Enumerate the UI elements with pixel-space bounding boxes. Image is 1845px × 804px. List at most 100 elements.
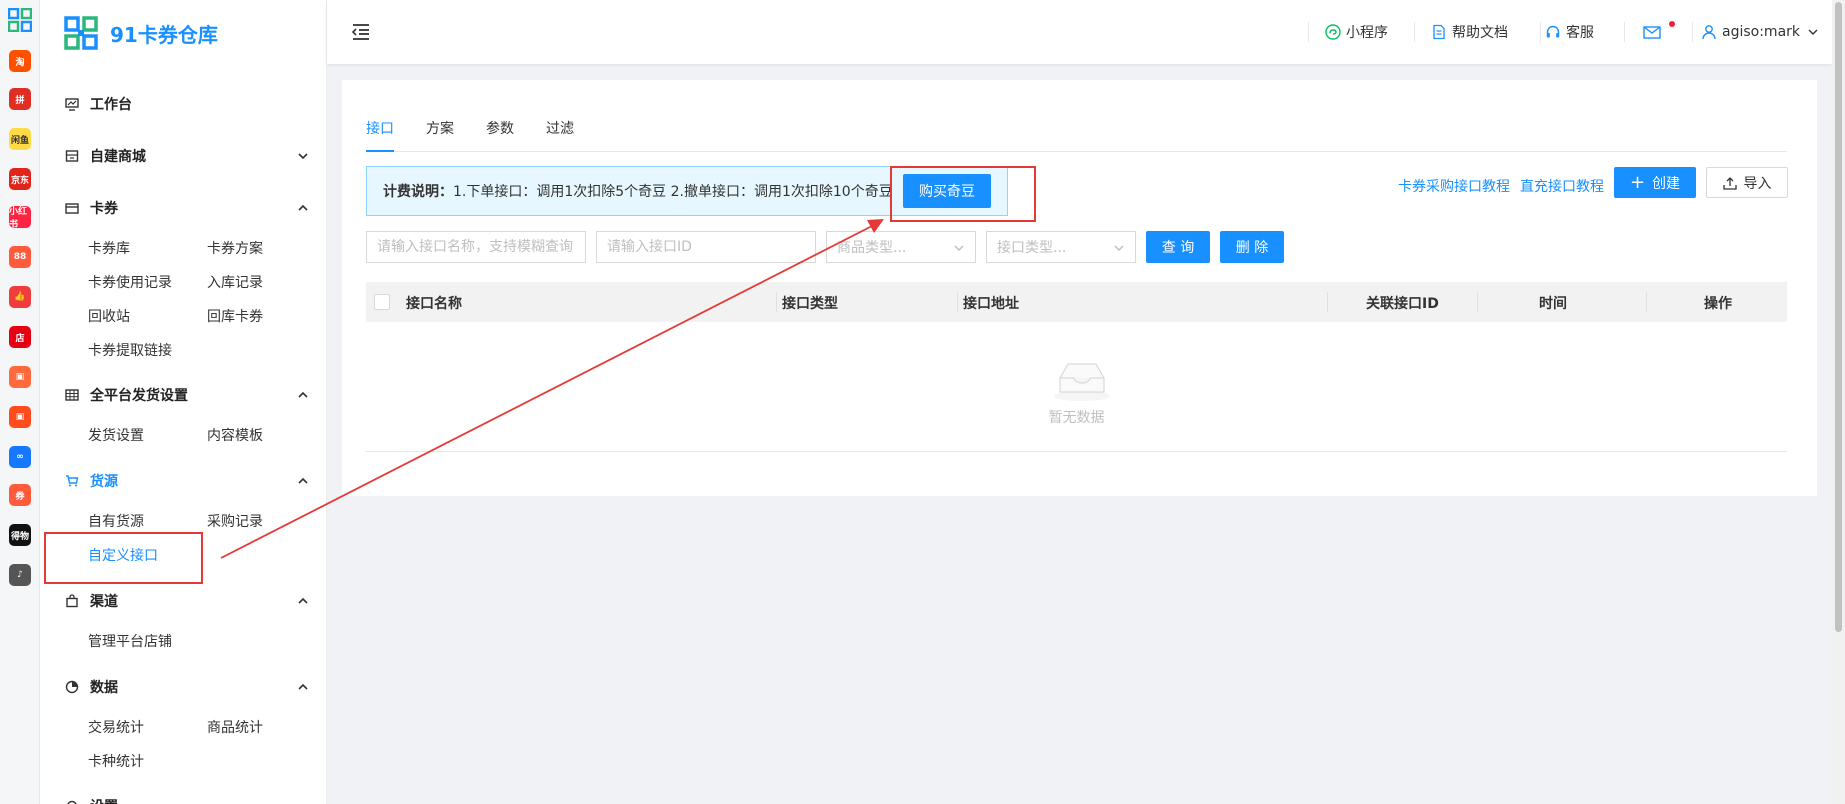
nav-group-delivery[interactable]: 全平台发货设置: [40, 380, 327, 410]
nav-group-sources[interactable]: 货源: [40, 466, 327, 496]
nav-item-goods-stats[interactable]: 商品统计: [207, 717, 263, 737]
api-type-select[interactable]: 接口类型...: [986, 231, 1136, 263]
create-button[interactable]: + 创建: [1614, 167, 1696, 198]
column-header-linked-id: 关联接口ID: [1366, 296, 1439, 312]
chevron-down-icon: [1114, 245, 1124, 251]
jd-icon[interactable]: 京东: [9, 168, 31, 190]
nav-item-returned-coupons[interactable]: 回库卡券: [207, 306, 263, 326]
nav-item-coupon-plan[interactable]: 卡券方案: [207, 238, 263, 258]
billing-notice-label: 计费说明：: [383, 184, 453, 200]
nav-group-store[interactable]: 自建商城: [40, 141, 327, 171]
tab-api[interactable]: 接口: [366, 118, 394, 138]
nav-group-label: 全平台发货设置: [90, 388, 188, 404]
nav-group-label: 设置: [90, 796, 118, 804]
billing-notice-text: 1.下单接口：调用1次扣除5个奇豆 2.撤单接口：调用1次扣除10个奇豆: [453, 184, 893, 200]
messages-button[interactable]: [1643, 22, 1666, 42]
table-empty-state: 暂无数据: [366, 322, 1787, 452]
nav-group-coupons[interactable]: 卡券: [40, 193, 327, 223]
user-name: agiso:mark: [1722, 24, 1801, 40]
nav-item-manage-shops[interactable]: 管理平台店铺: [88, 631, 172, 651]
nav-item-card-type-stats[interactable]: 卡种统计: [88, 751, 144, 771]
nav-item-usage-records[interactable]: 卡券使用记录: [88, 272, 172, 292]
shop-bag-icon[interactable]: ▣: [9, 366, 31, 388]
mini-program-label: 小程序: [1346, 25, 1388, 41]
chevron-down-icon: [954, 245, 964, 251]
platform-rail: 淘拼闲鱼京东小红书 88 👍 店 ▣ ▣ ∞ 券得物 ♪: [0, 0, 40, 804]
nav-item-delivery-settings[interactable]: 发货设置: [88, 425, 144, 445]
card-icon: [64, 200, 80, 216]
xiaohongshu-icon[interactable]: 小红书: [9, 206, 31, 228]
query-button[interactable]: 查 询: [1146, 231, 1210, 263]
nav-group-data[interactable]: 数据: [40, 672, 327, 702]
support-label: 客服: [1566, 25, 1594, 41]
pie-icon: [64, 679, 80, 695]
nav-item-content-templates[interactable]: 内容模板: [207, 425, 263, 445]
nav-group-channels[interactable]: 渠道: [40, 586, 327, 616]
delete-button[interactable]: 删 除: [1220, 231, 1284, 263]
goods-type-select[interactable]: 商品类型...: [826, 231, 976, 263]
youzan-icon[interactable]: ▣: [9, 406, 31, 428]
document-icon: [1433, 24, 1445, 40]
user-menu[interactable]: agiso:mark: [1701, 22, 1823, 42]
monitor-icon: [64, 96, 80, 112]
nav-item-purchase-records[interactable]: 采购记录: [207, 511, 263, 531]
empty-inbox-icon: [1054, 363, 1110, 401]
import-button-label: 导入: [1743, 175, 1772, 192]
column-header-url: 接口地址: [963, 296, 1019, 312]
sidebar: 91卡券仓库 工作台 自建商城 卡券 卡券库 卡券方案 卡券使用记录 入库记录 …: [40, 0, 327, 804]
xianyu-icon[interactable]: 闲鱼: [9, 128, 31, 150]
select-all-checkbox[interactable]: [374, 294, 390, 310]
scrollbar-thumb[interactable]: [1835, 2, 1842, 632]
mini-program-link[interactable]: 小程序: [1325, 22, 1388, 42]
column-header-time: 时间: [1539, 296, 1567, 312]
meituan-icon[interactable]: 88: [9, 246, 31, 268]
nav-workbench[interactable]: 工作台: [40, 89, 327, 119]
nav-group-label: 货源: [90, 474, 118, 490]
dewu-icon[interactable]: 得物: [9, 524, 31, 546]
nav-group-settings[interactable]: 设置: [40, 791, 327, 804]
tab-plan[interactable]: 方案: [426, 118, 454, 138]
brand-logo-icon: [8, 8, 32, 32]
gear-icon: [64, 798, 80, 804]
nav-item-recycle-bin[interactable]: 回收站: [88, 306, 130, 326]
pinduoduo-icon[interactable]: 拼: [9, 88, 31, 110]
nav-group-label: 渠道: [90, 594, 118, 610]
nav-item-coupon-library[interactable]: 卡券库: [88, 238, 130, 258]
chevron-up-icon: [298, 477, 308, 484]
page-scrollbar[interactable]: [1832, 0, 1845, 804]
api-name-search-input[interactable]: [366, 231, 586, 263]
help-docs-link[interactable]: 帮助文档: [1431, 22, 1508, 42]
headset-icon: [1546, 25, 1560, 38]
nav-workbench-label: 工作台: [90, 97, 132, 113]
menu-fold-icon[interactable]: [351, 23, 371, 41]
nav-group-label: 数据: [90, 680, 118, 696]
nav-item-trade-stats[interactable]: 交易统计: [88, 717, 144, 737]
empty-text: 暂无数据: [1048, 410, 1105, 426]
nav-item-extract-links[interactable]: 卡券提取链接: [88, 340, 172, 360]
tab-params[interactable]: 参数: [486, 118, 514, 138]
help-docs-label: 帮助文档: [1452, 25, 1508, 41]
link-icon[interactable]: ∞: [9, 446, 31, 468]
create-button-label: 创建: [1652, 175, 1681, 192]
taobao-icon[interactable]: 淘: [9, 50, 31, 72]
column-header-actions: 操作: [1704, 296, 1732, 312]
thumbs-up-icon[interactable]: 👍: [9, 286, 31, 308]
dian-icon[interactable]: 店: [9, 326, 31, 348]
cart-icon: [64, 473, 80, 489]
tab-filter[interactable]: 过滤: [546, 118, 574, 138]
tab-ink-bar: [366, 150, 394, 152]
nav-item-stock-records[interactable]: 入库记录: [207, 272, 263, 292]
chevron-up-icon: [298, 204, 308, 211]
nav-item-own-sources[interactable]: 自有货源: [88, 511, 144, 531]
import-button[interactable]: 导入: [1706, 167, 1788, 198]
coupon-icon[interactable]: 券: [9, 484, 31, 506]
recharge-api-tutorial-link[interactable]: 直充接口教程: [1520, 176, 1604, 196]
store-icon: [64, 148, 80, 164]
support-link[interactable]: 客服: [1545, 22, 1594, 42]
plus-icon: +: [1629, 171, 1646, 193]
brand[interactable]: 91卡券仓库: [64, 16, 218, 50]
coupon-api-tutorial-link[interactable]: 卡券采购接口教程: [1398, 176, 1510, 196]
main-card: 接口 方案 参数 过滤 计费说明： 1.下单接口：调用1次扣除5个奇豆 2.撤单…: [342, 80, 1817, 496]
douyin-icon[interactable]: ♪: [9, 564, 31, 586]
api-id-input[interactable]: [596, 231, 816, 263]
